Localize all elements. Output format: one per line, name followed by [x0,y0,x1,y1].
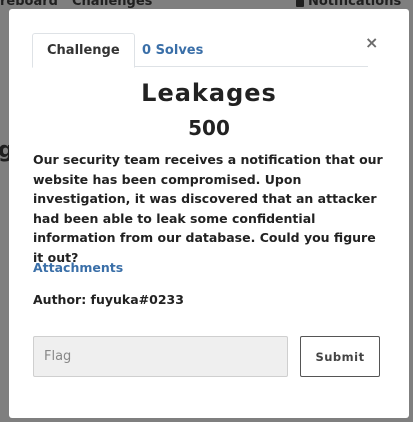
challenge-points: 500 [188,116,230,140]
challenge-description: Our security team receives a notificatio… [33,152,383,265]
close-icon[interactable]: × [365,33,378,52]
challenge-title: Leakages [141,79,277,107]
modal-tabs: Challenge 0 Solves [32,33,368,68]
nav-challenges-link: Challenges [72,0,153,9]
tab-challenge[interactable]: Challenge [32,33,135,68]
nav-scoreboard-link: reboard [0,0,58,9]
flag-input[interactable] [33,336,288,377]
nav-notifications-link: Notifications [296,0,401,9]
attachments-link[interactable]: Attachments [33,260,123,275]
submit-button[interactable]: Submit [300,336,380,377]
challenge-modal: Challenge 0 Solves × Leakages 500 Our se… [9,9,409,418]
challenge-author: Author: fuyuka#0233 [33,292,184,307]
bell-icon [296,0,304,7]
nav-notifications-label: Notifications [308,0,402,9]
tab-solves[interactable]: 0 Solves [128,33,217,67]
